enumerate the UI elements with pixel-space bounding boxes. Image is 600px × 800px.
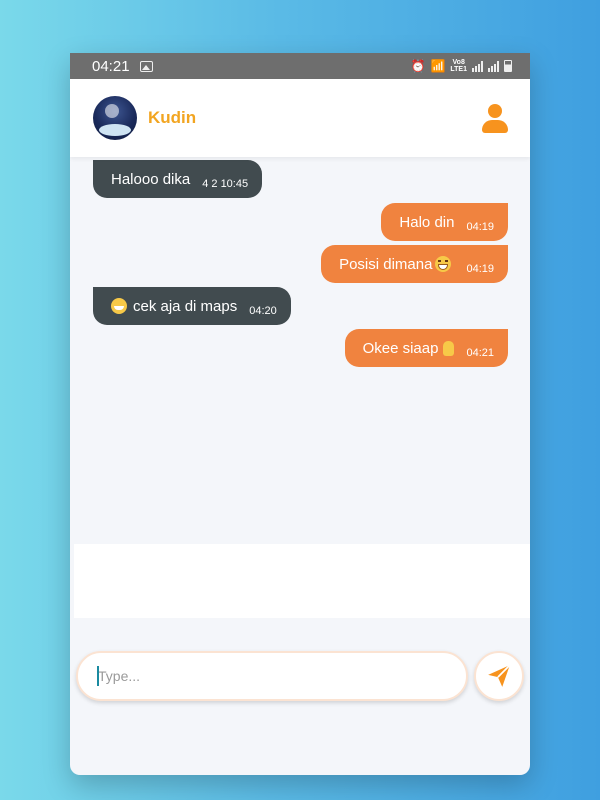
contact-name[interactable]: Kudin	[148, 108, 196, 128]
send-icon	[488, 664, 511, 687]
alarm-icon: ⏰	[410, 59, 426, 73]
message-input[interactable]	[76, 651, 468, 701]
wifi-icon: 📶	[430, 59, 446, 73]
composer-row	[76, 651, 524, 701]
volte-icon: Vo8 LTE1	[450, 59, 467, 73]
send-button[interactable]	[474, 651, 524, 701]
message-time: 04:19	[466, 262, 494, 275]
grin-emoji-icon	[435, 256, 452, 272]
message-bubble[interactable]: Halo din 04:19	[381, 203, 508, 241]
message-bubble[interactable]: Posisi dimana 04:19	[321, 245, 508, 283]
status-time: 04:21	[92, 57, 130, 75]
avatar[interactable]	[93, 96, 137, 140]
message-text: Okee siaap	[362, 339, 439, 357]
status-bar: 04:21 ⏰ 📶 Vo8 LTE1	[70, 53, 530, 79]
message-bubble[interactable]: Okee siaap 04:21	[344, 329, 508, 367]
battery-icon	[504, 60, 512, 72]
text-caret	[97, 666, 99, 686]
signal-icon-2	[488, 60, 499, 72]
message-time: 04:20	[249, 304, 277, 317]
message-time: 04:21	[466, 346, 494, 359]
chat-header: Kudin	[70, 79, 530, 157]
message-list[interactable]: Halooo dika 4 2 10:45 Halo din 04:19 Pos…	[70, 157, 530, 544]
smile-emoji-icon	[111, 298, 127, 314]
message-bubble[interactable]: Halooo dika 4 2 10:45	[93, 160, 263, 198]
message-time: 4 2 10:45	[202, 177, 249, 190]
message-text: Halo din	[399, 213, 455, 231]
signal-icon	[472, 60, 483, 72]
message-bubble[interactable]: cek aja di maps 04:20	[93, 287, 291, 325]
message-text: Posisi dimana	[339, 255, 433, 273]
message-time: 04:19	[466, 220, 494, 233]
user-icon[interactable]	[480, 101, 510, 135]
message-text: Halooo dika	[111, 170, 191, 188]
compose-area	[74, 544, 530, 618]
thumbs-up-emoji-icon	[443, 340, 455, 356]
phone-screen: 04:21 ⏰ 📶 Vo8 LTE1 Kudin Halooo dika 4 2 …	[70, 53, 530, 775]
image-icon	[139, 60, 153, 72]
message-text: cek aja di maps	[133, 297, 238, 315]
